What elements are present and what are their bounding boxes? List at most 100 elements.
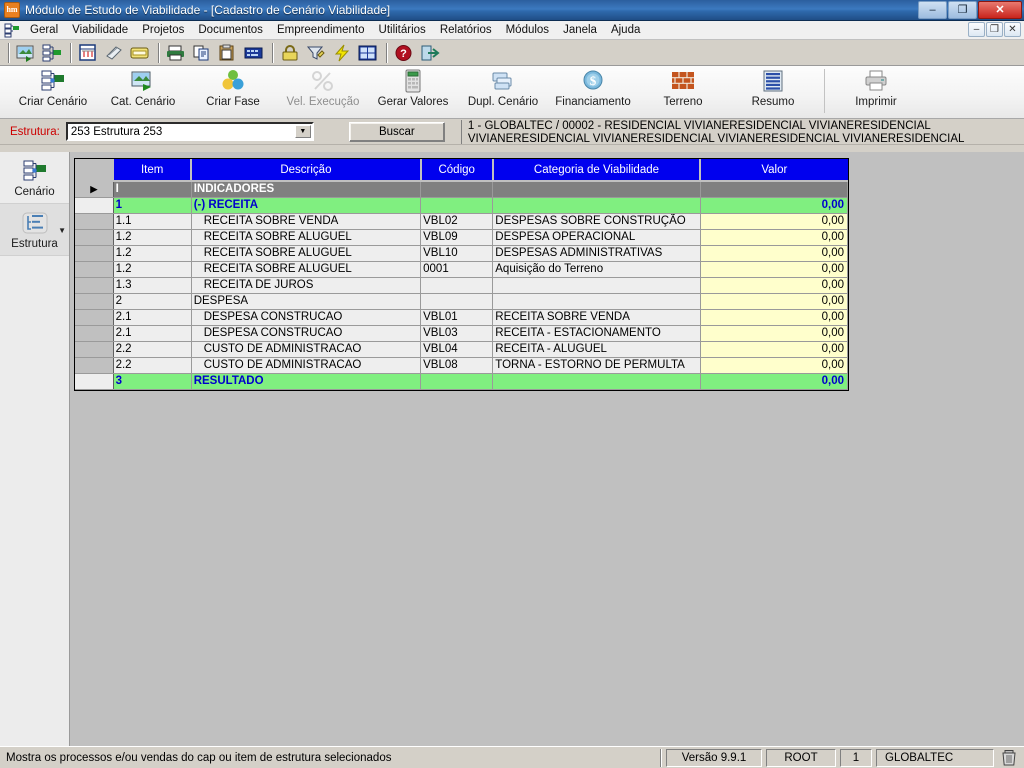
table-row[interactable]: 1.2 RECEITA SOBRE ALUGUEL 0001 Aquisição do… (75, 261, 849, 278)
column-header-codigo[interactable]: Código (420, 159, 494, 182)
cell-codigo[interactable] (420, 181, 494, 198)
menu-item-projetos[interactable]: Projetos (135, 22, 191, 38)
column-header-descricao[interactable]: Descrição (191, 159, 422, 182)
menu-item-mdulos[interactable]: Módulos (499, 22, 556, 38)
table-row[interactable]: 1.2 RECEITA SOBRE ALUGUEL VBL09 DESPESA OPE… (75, 229, 849, 246)
cell-codigo[interactable]: 0001 (420, 261, 494, 278)
cell-categoria[interactable]: TORNA - ESTORNO DE PERMULTA (492, 357, 701, 374)
row-selector-cell[interactable] (75, 245, 114, 262)
menu-item-geral[interactable]: Geral (23, 22, 65, 38)
table-row[interactable]: ▶ I INDICADORES (75, 181, 849, 198)
row-selector-cell[interactable] (75, 213, 114, 230)
column-header-valor[interactable]: Valor (700, 159, 848, 182)
toolbar-button-dupl-cen-rio[interactable]: Dupl. Cenário (458, 66, 548, 117)
nav-item-cenrio[interactable]: Cenário (0, 152, 69, 204)
menu-item-ajuda[interactable]: Ajuda (604, 22, 647, 38)
table-row[interactable]: 2.1 DESPESA CONSTRUCAO VBL01 RECEITA SOBRE … (75, 309, 849, 326)
cell-item[interactable]: 1.3 (113, 277, 192, 294)
chevron-down-icon[interactable]: ▼ (294, 125, 311, 138)
cell-valor[interactable]: 0,00 (700, 293, 849, 310)
toolbar-button-resumo[interactable]: Resumo (728, 66, 818, 117)
toolbar-button-terreno[interactable]: Terreno (638, 66, 728, 117)
table-row[interactable]: 2.2 CUSTO DE ADMINISTRACAO VBL08 TORNA - ES… (75, 357, 849, 374)
cell-valor[interactable]: 0,00 (700, 357, 849, 374)
column-header-categoria[interactable]: Categoria de Viabilidade (492, 159, 702, 182)
cell-item[interactable]: 1 (113, 197, 192, 214)
cell-codigo[interactable]: VBL01 (420, 309, 494, 326)
table-row[interactable]: 1 (-) RECEITA 0,00 (75, 197, 849, 214)
cell-valor[interactable]: 0,00 (700, 213, 849, 230)
structure-combobox[interactable]: 253 Estrutura 253 ▼ (65, 122, 314, 141)
column-header-item[interactable]: Item (113, 159, 193, 182)
table-icon[interactable] (356, 41, 380, 64)
window-restore-button[interactable]: ❐ (948, 1, 977, 19)
table-row[interactable]: 2.2 CUSTO DE ADMINISTRACAO VBL04 RECEITA - … (75, 341, 849, 358)
picture-export-icon[interactable] (14, 41, 38, 64)
cell-descricao[interactable]: INDICADORES (191, 181, 422, 198)
toolbar-button-imprimir[interactable]: Imprimir (831, 66, 921, 117)
toolbar-button-gerar-valores[interactable]: Gerar Valores (368, 66, 458, 117)
menu-item-empreendimento[interactable]: Empreendimento (270, 22, 372, 38)
cell-categoria[interactable] (492, 277, 701, 294)
cell-categoria[interactable]: Aquisição do Terreno (492, 261, 701, 278)
trash-icon[interactable] (998, 749, 1020, 766)
cell-codigo[interactable] (420, 293, 494, 310)
cell-item[interactable]: 1.2 (113, 261, 192, 278)
cell-codigo[interactable] (420, 373, 494, 390)
row-selector-cell[interactable] (75, 229, 114, 246)
cell-codigo[interactable]: VBL03 (420, 325, 494, 342)
cell-valor[interactable]: 0,00 (700, 309, 849, 326)
cell-item[interactable]: 1.2 (113, 229, 192, 246)
cell-descricao[interactable]: RESULTADO (191, 373, 422, 390)
cell-item[interactable]: 2.2 (113, 357, 192, 374)
cell-codigo[interactable]: VBL10 (420, 245, 494, 262)
toolbar-button-financiamento[interactable]: $ Financiamento (548, 66, 638, 117)
cell-categoria[interactable]: RECEITA SOBRE VENDA (492, 309, 701, 326)
lock-icon[interactable] (278, 41, 302, 64)
mdi-restore-button[interactable]: ❐ (986, 22, 1003, 37)
cell-categoria[interactable]: RECEITA - ESTACIONAMENTO (492, 325, 701, 342)
cell-valor[interactable]: 0,00 (700, 245, 849, 262)
cell-descricao[interactable]: RECEITA DE JUROS (191, 277, 422, 294)
cell-descricao[interactable]: RECEITA SOBRE VENDA (191, 213, 422, 230)
cell-categoria[interactable]: DESPESA OPERACIONAL (492, 229, 701, 246)
menu-item-relatrios[interactable]: Relatórios (433, 22, 499, 38)
cell-categoria[interactable] (492, 293, 701, 310)
menu-item-viabilidade[interactable]: Viabilidade (65, 22, 135, 38)
cell-categoria[interactable] (492, 181, 701, 198)
structure-tree-icon[interactable] (40, 41, 64, 64)
table-row[interactable]: 1.2 RECEITA SOBRE ALUGUEL VBL10 DESPESAS AD… (75, 245, 849, 262)
cell-descricao[interactable]: RECEITA SOBRE ALUGUEL (191, 245, 422, 262)
cell-codigo[interactable] (420, 197, 494, 214)
table-row[interactable]: 3 RESULTADO 0,00 (75, 373, 849, 390)
cell-item[interactable]: 2.1 (113, 309, 192, 326)
cell-descricao[interactable]: (-) RECEITA (191, 197, 422, 214)
lightning-icon[interactable] (330, 41, 354, 64)
help-icon[interactable]: ? (392, 41, 416, 64)
cell-valor[interactable]: 0,00 (700, 277, 849, 294)
cell-valor[interactable]: 0,00 (700, 373, 849, 390)
table-row[interactable]: 1.1 RECEITA SOBRE VENDA VBL02 DESPESAS SOBR… (75, 213, 849, 230)
toolbar-button-criar-fase[interactable]: Criar Fase (188, 66, 278, 117)
cell-valor[interactable]: 0,00 (700, 341, 849, 358)
cell-item[interactable]: 3 (113, 373, 192, 390)
cell-descricao[interactable]: RECEITA SOBRE ALUGUEL (191, 261, 422, 278)
row-selector-cell[interactable] (75, 261, 114, 278)
toolbar-button-cat-cen-rio[interactable]: Cat. Cenário (98, 66, 188, 117)
chevron-down-icon[interactable]: ▼ (58, 226, 66, 235)
cell-descricao[interactable]: RECEITA SOBRE ALUGUEL (191, 229, 422, 246)
row-selector-cell[interactable] (75, 197, 114, 214)
cell-valor[interactable]: 0,00 (700, 229, 849, 246)
cell-categoria[interactable]: DESPESAS SOBRE CONSTRUÇÃO (492, 213, 701, 230)
nav-item-estrutura[interactable]: Estrutura ▼ (0, 204, 69, 256)
cell-categoria[interactable] (492, 197, 701, 214)
cell-categoria[interactable]: RECEITA - ALUGUEL (492, 341, 701, 358)
cell-descricao[interactable]: CUSTO DE ADMINISTRACAO (191, 357, 422, 374)
cell-categoria[interactable]: DESPESAS ADMINISTRATIVAS (492, 245, 701, 262)
table-row[interactable]: 2.1 DESPESA CONSTRUCAO VBL03 RECEITA - ESTA… (75, 325, 849, 342)
cell-item[interactable]: I (113, 181, 192, 198)
table-row[interactable]: 1.3 RECEITA DE JUROS 0,00 (75, 277, 849, 294)
row-selector-cell[interactable] (75, 373, 114, 390)
cell-descricao[interactable]: DESPESA CONSTRUCAO (191, 309, 422, 326)
window-close-button[interactable]: ✕ (978, 1, 1022, 19)
